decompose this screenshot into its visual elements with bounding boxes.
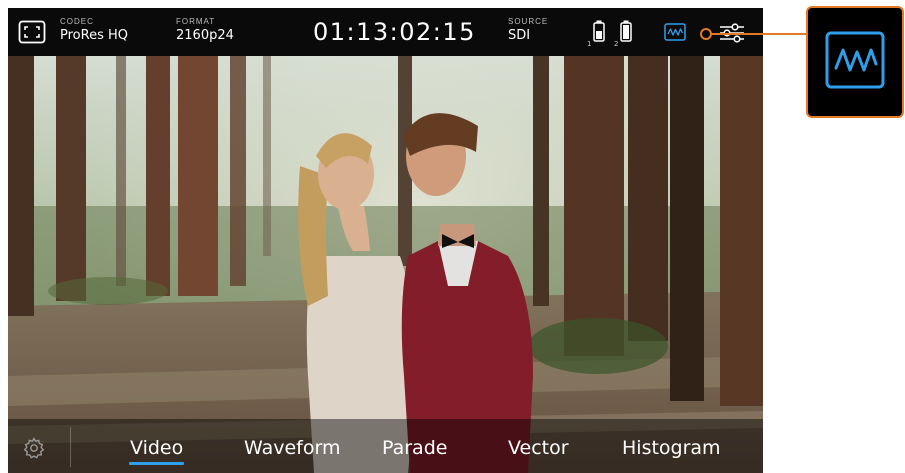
tab-waveform-label: Waveform bbox=[244, 437, 341, 459]
callout-line bbox=[704, 33, 808, 35]
scope-selector-bar: Video Waveform Parade Vector Histogram bbox=[8, 419, 763, 473]
callout-dot bbox=[700, 28, 712, 40]
battery-slot-2: 2 bbox=[614, 20, 632, 48]
battery-slot-1: 1 bbox=[587, 20, 605, 48]
tab-active-indicator bbox=[129, 462, 185, 465]
source-label: SOURCE bbox=[508, 17, 549, 26]
format-label: FORMAT bbox=[176, 17, 216, 26]
bottom-bar-divider bbox=[70, 427, 71, 467]
video-feed bbox=[8, 56, 763, 473]
tab-video[interactable]: Video bbox=[129, 437, 185, 465]
waveform-scope-icon[interactable] bbox=[664, 23, 686, 41]
fullscreen-icon[interactable] bbox=[18, 20, 46, 44]
format-value: 2160p24 bbox=[176, 28, 234, 43]
tab-video-label: Video bbox=[130, 437, 184, 459]
callout-box bbox=[806, 6, 904, 118]
format-display[interactable]: FORMAT 2160p24 bbox=[176, 17, 234, 43]
codec-display[interactable]: CODEC ProRes HQ bbox=[60, 17, 128, 43]
gear-icon[interactable] bbox=[22, 436, 46, 460]
battery-slot-2-number: 2 bbox=[614, 40, 619, 48]
battery-slot-1-number: 1 bbox=[587, 40, 592, 48]
codec-label: CODEC bbox=[60, 17, 94, 26]
tab-parade[interactable]: Parade bbox=[382, 437, 447, 459]
source-display[interactable]: SOURCE SDI bbox=[508, 17, 548, 43]
waveform-scope-icon bbox=[825, 31, 885, 89]
tab-vector-label: Vector bbox=[508, 437, 569, 459]
tab-histogram[interactable]: Histogram bbox=[622, 437, 721, 459]
codec-value: ProRes HQ bbox=[60, 28, 128, 43]
monitor-screen: CODEC ProRes HQ FORMAT 2160p24 01:13:02:… bbox=[8, 8, 763, 473]
top-status-bar: CODEC ProRes HQ FORMAT 2160p24 01:13:02:… bbox=[8, 8, 763, 56]
tab-parade-label: Parade bbox=[382, 437, 448, 459]
timecode-display: 01:13:02:15 bbox=[313, 18, 476, 46]
source-value: SDI bbox=[508, 28, 531, 43]
battery-full-icon bbox=[620, 20, 632, 42]
battery-icon bbox=[593, 20, 605, 42]
tab-histogram-label: Histogram bbox=[622, 437, 721, 459]
tab-waveform[interactable]: Waveform bbox=[244, 437, 340, 459]
tab-vector[interactable]: Vector bbox=[508, 437, 569, 459]
